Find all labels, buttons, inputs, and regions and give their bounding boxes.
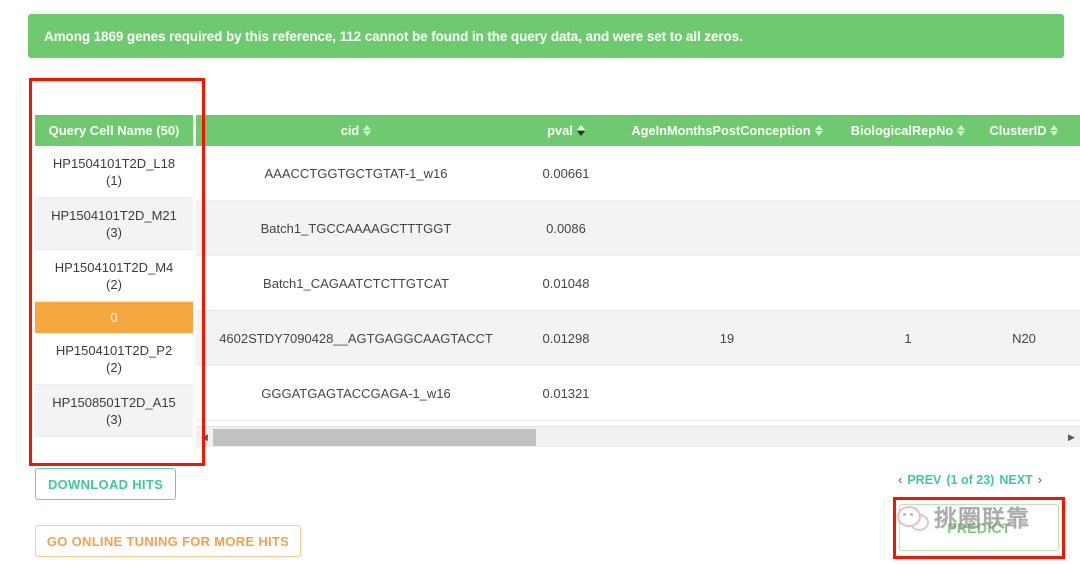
cell-cluster-id	[978, 201, 1070, 255]
cell-age	[616, 201, 838, 255]
cell-cid: Batch1_CAGAATCTCTTGTCAT	[196, 256, 516, 310]
cell-technical-rep-no	[1070, 366, 1080, 420]
table-row[interactable]: GGGATGAGTACCGAGA-1_w16 0.01321	[196, 366, 1080, 421]
cell-cluster-id	[978, 256, 1070, 310]
cell-cid: 4602STDY7090428__AGTGAGGCAAGTACCT	[196, 311, 516, 365]
overview-cell-name: HP1504101T2D_P2	[56, 342, 172, 359]
cell-cluster-id	[978, 366, 1070, 420]
column-header-cid[interactable]: cid	[196, 115, 516, 146]
cell-biological-rep-no	[838, 256, 978, 310]
sort-icon[interactable]	[957, 124, 965, 137]
overview-cell-count: (2)	[106, 276, 122, 293]
hits-table[interactable]: cid pval AgeInMonthsPostConception Biolo…	[196, 115, 1080, 458]
table-row[interactable]: Batch1_TGCCAAAAGCTTTGGT 0.0086	[196, 201, 1080, 256]
cell-technical-rep-no	[1070, 201, 1080, 255]
cell-cid: GGGATGAGTACCGAGA-1_w16	[196, 366, 516, 420]
cell-technical-rep-no	[1070, 146, 1080, 200]
cell-cid: AAACCTGGTGCTGTAT-1_w16	[196, 146, 516, 200]
scrollbar-thumb[interactable]	[213, 429, 536, 446]
overview-row[interactable]: HP1504101T2D_M21 (3)	[35, 198, 193, 250]
overview-table[interactable]: Query Cell Name (50) HP1504101T2D_L18 (1…	[35, 115, 193, 458]
column-header-biological-rep-no[interactable]: BiologicalRepNo	[838, 115, 978, 146]
prev-chevron-icon[interactable]: ‹	[898, 472, 902, 487]
sort-icon-active[interactable]	[577, 124, 585, 137]
column-header-pval-label: pval	[547, 123, 573, 138]
column-header-age-in-months-post-conception[interactable]: AgeInMonthsPostConception	[616, 115, 838, 146]
overview-row[interactable]: HP1504101T2D_P2 (2)	[35, 333, 193, 385]
page-counter: (1 of 23)	[946, 473, 994, 487]
next-chevron-icon[interactable]: ›	[1038, 472, 1042, 487]
scroll-left-arrow-icon[interactable]: ◀	[196, 427, 213, 448]
overview-row[interactable]: HP1504101T2D_L18 (1)	[35, 146, 193, 198]
pagination: ‹ PREV (1 of 23) NEXT ›	[898, 472, 1042, 487]
table-row[interactable]: Batch1_CAGAATCTCTTGTCAT 0.01048	[196, 256, 1080, 311]
cell-age	[616, 256, 838, 310]
overview-row[interactable]: HP1504101T2D_M4 (2)	[35, 250, 193, 302]
scroll-right-arrow-icon[interactable]: ▶	[1063, 427, 1080, 448]
predict-button[interactable]: PREDICT	[899, 504, 1059, 551]
cell-age	[616, 146, 838, 200]
app-page: Among 1869 genes required by this refere…	[0, 0, 1080, 564]
cell-biological-rep-no	[838, 201, 978, 255]
overview-cell-name: HP1508501T2D_A15	[52, 394, 176, 411]
overview-row-selected[interactable]: 0	[35, 302, 193, 333]
cell-technical-rep-no	[1070, 311, 1080, 365]
cell-biological-rep-no	[838, 366, 978, 420]
cell-pval: 0.01321	[516, 366, 616, 420]
sort-icon[interactable]	[363, 124, 371, 137]
prev-page-button[interactable]: PREV	[907, 473, 941, 487]
overview-cell-name: HP1504101T2D_L18	[53, 155, 175, 172]
column-header-technical-rep-no[interactable]: Technica	[1070, 115, 1080, 146]
horizontal-scrollbar[interactable]: ◀ ▶	[196, 426, 1080, 447]
hits-table-header-row: cid pval AgeInMonthsPostConception Biolo…	[196, 115, 1080, 146]
cell-cluster-id: N20	[978, 311, 1070, 365]
column-header-cluster-label: ClusterID	[990, 123, 1047, 138]
next-page-button[interactable]: NEXT	[999, 473, 1032, 487]
overview-header-query-cell-name[interactable]: Query Cell Name (50)	[35, 115, 193, 146]
cell-biological-rep-no: 1	[838, 311, 978, 365]
table-row[interactable]: 4602STDY7090428__AGTGAGGCAAGTACCT 0.0129…	[196, 311, 1080, 366]
scrollbar-track[interactable]	[213, 427, 1063, 448]
cell-biological-rep-no	[838, 146, 978, 200]
cell-pval: 0.0086	[516, 201, 616, 255]
go-online-tuning-button[interactable]: GO ONLINE TUNING FOR MORE HITS	[35, 525, 301, 557]
cell-cid: Batch1_TGCCAAAAGCTTTGGT	[196, 201, 516, 255]
table-row[interactable]: AAACCTGGTGCTGTAT-1_w16 0.00661	[196, 146, 1080, 201]
column-header-pval[interactable]: pval	[516, 115, 616, 146]
cell-technical-rep-no	[1070, 256, 1080, 310]
overview-cell-name: HP1504101T2D_M21	[51, 207, 177, 224]
sort-icon[interactable]	[815, 124, 823, 137]
cell-cluster-id	[978, 146, 1070, 200]
overview-cell-count: (3)	[106, 224, 122, 241]
cell-age	[616, 366, 838, 420]
overview-row[interactable]: HP1508501T2D_A15 (3)	[35, 385, 193, 437]
overview-cell-name: HP1504101T2D_M4	[55, 259, 174, 276]
column-header-age-label: AgeInMonthsPostConception	[631, 123, 810, 138]
column-header-cid-label: cid	[341, 123, 360, 138]
overview-cell-name: 0	[110, 309, 117, 326]
overview-cell-count: (2)	[106, 359, 122, 376]
overview-cell-count: (3)	[106, 411, 122, 428]
cell-age: 19	[616, 311, 838, 365]
column-header-cluster-id[interactable]: ClusterID	[978, 115, 1070, 146]
download-hits-button[interactable]: DOWNLOAD HITS	[35, 468, 176, 500]
cell-pval: 0.01048	[516, 256, 616, 310]
cell-pval: 0.00661	[516, 146, 616, 200]
cell-pval: 0.01298	[516, 311, 616, 365]
column-header-bio-label: BiologicalRepNo	[851, 123, 953, 138]
overview-cell-count: (1)	[106, 172, 122, 189]
alert-banner: Among 1869 genes required by this refere…	[28, 14, 1064, 58]
sort-icon[interactable]	[1050, 124, 1058, 137]
alert-message: Among 1869 genes required by this refere…	[44, 29, 743, 44]
